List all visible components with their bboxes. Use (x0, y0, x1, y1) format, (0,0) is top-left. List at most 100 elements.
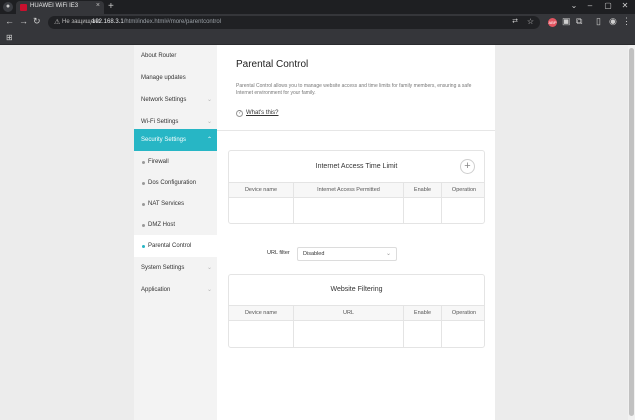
sidebar: About Router Manage updates Network Sett… (134, 45, 217, 420)
sidebar-item-label: About Router (141, 53, 177, 59)
add-rule-button[interactable]: + (460, 159, 475, 174)
url-host: 192.168.3.1 (92, 19, 124, 25)
sidebar-subitem-parental-control[interactable]: Parental Control (134, 235, 217, 257)
forward-arrow-icon[interactable]: → (19, 16, 28, 26)
profile-icon[interactable]: ◉ (609, 16, 617, 27)
sidebar-item-label: Security Settings (141, 137, 187, 143)
extension-icon[interactable]: ▣ (562, 16, 571, 27)
time-limit-card: Internet Access Time Limit + Device name… (228, 150, 485, 224)
bullet-icon (142, 224, 145, 227)
tab-search-button[interactable]: ● (3, 2, 13, 12)
adblock-extension-icon[interactable]: ABP (548, 18, 557, 27)
sidebar-item-security-settings[interactable]: Security Settings ⌃ (134, 129, 217, 151)
bookmark-star-icon[interactable]: ☆ (527, 17, 534, 26)
chevron-down-icon: ⌄ (206, 265, 212, 271)
browser-tab-bar: ● HUAWEI WiFi IE3 × + ⌄ – ▢ ✕ (0, 0, 635, 14)
url-filter-value: Disabled (303, 251, 325, 257)
chevron-down-icon: ⌄ (206, 119, 212, 125)
warning-lock-icon[interactable]: ⚠ (54, 18, 60, 26)
sidebar-item-label: Manage updates (141, 75, 186, 81)
page-description: Parental Control allows you to manage we… (236, 83, 472, 96)
table-cell (229, 321, 293, 347)
sidebar-item-label: Wi-Fi Settings (141, 119, 179, 125)
chevron-up-icon: ⌃ (206, 137, 212, 143)
column-header: Operation (441, 183, 486, 198)
bullet-icon (142, 203, 145, 206)
back-arrow-icon[interactable]: ← (5, 16, 14, 26)
column-header: Enable (403, 306, 441, 321)
sidebar-item-label: Network Settings (141, 97, 187, 103)
close-window-button[interactable]: ✕ (617, 1, 633, 10)
website-filtering-title: Website Filtering (330, 286, 383, 293)
table-cell (441, 198, 486, 224)
bullet-icon (142, 245, 145, 248)
url-filter-select[interactable]: Disabled ⌄ (297, 247, 397, 261)
url-text[interactable]: 192.168.3.1/html/index.html#/more/parent… (92, 19, 221, 25)
main-content: Parental Control Parental Control allows… (217, 45, 495, 420)
new-tab-button[interactable]: + (108, 1, 114, 12)
column-header: Enable (403, 183, 441, 198)
sidebar-item-network-settings[interactable]: Network Settings ⌄ (134, 89, 217, 111)
apps-grid-icon[interactable]: ⊞ (6, 33, 13, 42)
minimize-button[interactable]: – (582, 1, 598, 10)
bullet-icon (142, 161, 145, 164)
table-cell (441, 321, 486, 347)
tab-list-button[interactable]: ⌄ (566, 1, 582, 10)
table-row (229, 321, 484, 347)
website-filtering-card: Website Filtering Device name URL Enable… (228, 274, 485, 348)
tab-close-icon[interactable]: × (96, 2, 100, 9)
sidebar-item-about-router[interactable]: About Router (134, 45, 217, 67)
time-limit-table-header: Device name Internet Access Permitted En… (229, 182, 484, 198)
maximize-button[interactable]: ▢ (600, 1, 616, 10)
table-cell (403, 198, 441, 224)
divider (217, 130, 495, 131)
column-header: Operation (441, 306, 486, 321)
chevron-down-icon: ⌄ (385, 251, 391, 257)
sidebar-subitem-nat-services[interactable]: NAT Services (134, 193, 217, 215)
sidebar-item-manage-updates[interactable]: Manage updates (134, 67, 217, 89)
column-header: Device name (244, 310, 278, 316)
sidebar-item-label: Firewall (148, 159, 169, 165)
extensions-puzzle-icon[interactable]: ⧉ (576, 16, 582, 27)
table-cell (293, 321, 403, 347)
website-filtering-table-header: Device name URL Enable Operation (229, 305, 484, 321)
sidebar-item-label: NAT Services (148, 201, 185, 207)
sidebar-item-system-settings[interactable]: System Settings ⌄ (134, 257, 217, 279)
chevron-down-icon: ⌄ (206, 287, 212, 293)
browser-tab[interactable]: HUAWEI WiFi IE3 × (16, 1, 104, 14)
bookmarks-bar: ⊞ (0, 31, 635, 45)
translate-icon[interactable]: ⇄ (512, 17, 518, 25)
side-panel-icon[interactable]: ▯ (596, 16, 601, 27)
reload-icon[interactable]: ↻ (33, 16, 41, 27)
time-limit-title: Internet Access Time Limit (315, 163, 398, 170)
huawei-favicon-icon (20, 4, 27, 11)
browser-menu-icon[interactable]: ⋮ (622, 16, 631, 27)
tab-title: HUAWEI WiFi IE3 (30, 3, 79, 9)
page-title: Parental Control (236, 59, 309, 70)
sidebar-item-label: System Settings (141, 265, 185, 271)
address-bar[interactable]: ⚠ Не защищено 192.168.3.1/html/index.htm… (48, 16, 540, 29)
sidebar-subitem-dmz-host[interactable]: DMZ Host (134, 214, 217, 236)
sidebar-subitem-firewall[interactable]: Firewall (134, 151, 217, 173)
sidebar-item-label: Parental Control (148, 243, 192, 249)
sidebar-item-label: DMZ Host (148, 222, 175, 228)
sidebar-item-label: Dos Configuration (148, 180, 197, 186)
column-header: Internet Access Permitted (293, 183, 403, 198)
browser-toolbar: ← → ↻ ⚠ Не защищено 192.168.3.1/html/ind… (0, 14, 635, 31)
scrollbar-thumb[interactable] (629, 48, 634, 416)
whats-this-link[interactable]: What's this? (246, 110, 279, 116)
table-cell (229, 198, 293, 224)
table-cell (403, 321, 441, 347)
table-cell (293, 198, 403, 224)
bullet-icon (142, 182, 145, 185)
url-path: /html/index.html#/more/parentcontrol (123, 19, 222, 25)
sidebar-item-application[interactable]: Application ⌄ (134, 279, 217, 301)
table-row (229, 198, 484, 224)
column-header: URL (293, 306, 403, 321)
chevron-down-icon: ⌄ (206, 97, 212, 103)
column-header: Device name (244, 187, 278, 193)
question-icon[interactable]: ? (236, 110, 243, 117)
page-scrollbar[interactable] (628, 45, 635, 420)
sidebar-subitem-dos-configuration[interactable]: Dos Configuration (134, 172, 217, 194)
url-filter-label: URL filter (267, 250, 290, 256)
